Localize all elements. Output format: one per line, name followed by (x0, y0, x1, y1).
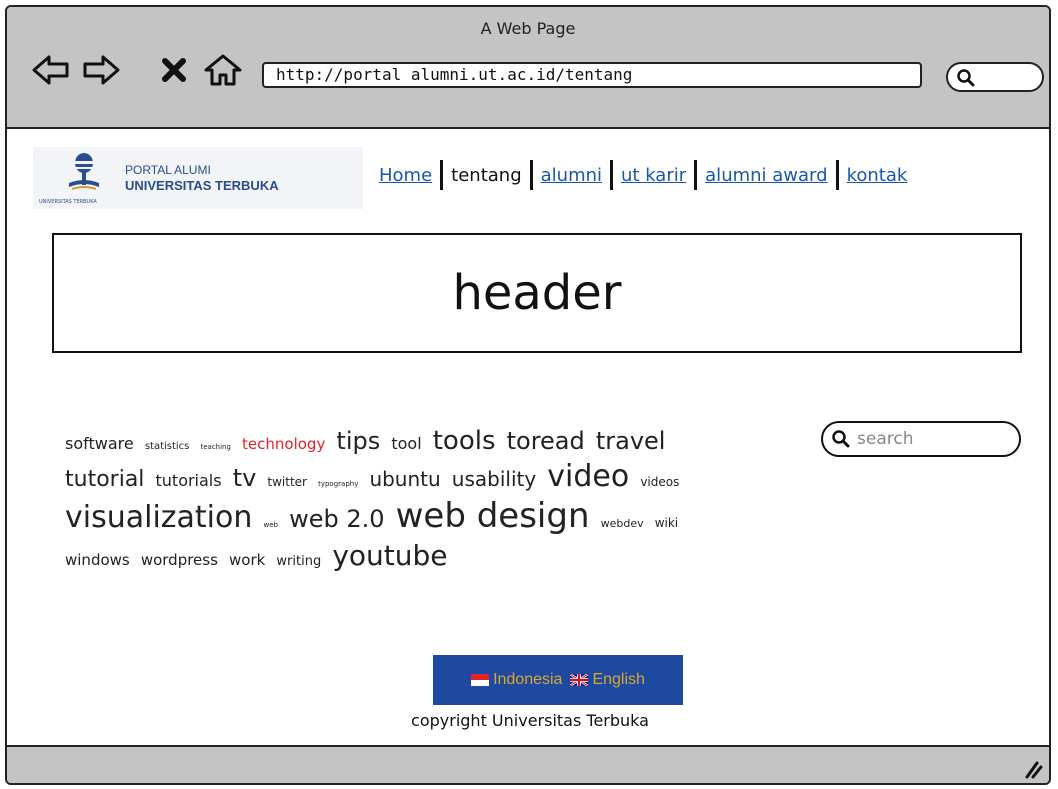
search-box[interactable] (821, 421, 1021, 457)
nav-item-alumni-award[interactable]: alumni award (697, 165, 835, 186)
language-label: Indonesia (493, 671, 563, 688)
browser-window: A Web Page http://portal alumni.ut.ac.id… (5, 5, 1051, 785)
tag-link[interactable]: wordpress (141, 551, 218, 569)
language-option-indonesia[interactable]: Indonesia (471, 671, 562, 689)
tag-link[interactable]: ubuntu (369, 467, 440, 491)
tag-link[interactable]: writing (276, 554, 321, 569)
tag-cloud: software statistics teaching technology … (65, 425, 755, 573)
logo-small-text: UNIVERSITAS TERBUKA (39, 199, 97, 205)
back-icon[interactable] (31, 53, 71, 87)
tag-link[interactable]: windows (65, 551, 130, 569)
tag-link[interactable]: visualization (65, 500, 252, 535)
language-label: English (592, 671, 645, 688)
tag-link[interactable]: travel (596, 427, 666, 455)
tag-link[interactable]: webdev (601, 517, 644, 530)
tag-link[interactable]: software (65, 434, 134, 453)
status-bar (7, 745, 1049, 783)
site-logo[interactable]: UNIVERSITAS TERBUKA PORTAL ALUMI UNIVERS… (33, 147, 363, 209)
tag-link[interactable]: teaching (200, 443, 230, 451)
home-icon[interactable] (203, 53, 243, 87)
search-input[interactable] (855, 428, 999, 450)
nav-item-alumni[interactable]: alumni (533, 165, 610, 186)
nav-item-home[interactable]: Home (371, 165, 440, 186)
tag-link[interactable]: tool (391, 434, 421, 453)
nav-item-tentang[interactable]: tentang (443, 165, 529, 186)
university-emblem-icon (69, 153, 99, 190)
tag-link[interactable]: videos (640, 475, 679, 489)
tag-link[interactable]: web (263, 521, 277, 529)
tag-link[interactable]: typography (318, 480, 358, 488)
address-bar[interactable]: http://portal alumni.ut.ac.id/tentang (262, 62, 922, 88)
browser-search-field[interactable] (946, 62, 1044, 92)
browser-chrome: A Web Page http://portal alumni.ut.ac.id… (7, 7, 1049, 129)
tag-link[interactable]: web design (396, 496, 590, 536)
tag-link[interactable]: wiki (655, 516, 678, 530)
main-navigation: Home tentang alumni ut karir alumni awar… (371, 159, 915, 191)
close-icon[interactable] (159, 53, 189, 87)
language-option-english[interactable]: English (570, 671, 645, 689)
tag-link[interactable]: tv (233, 464, 257, 492)
header-placeholder: header (52, 233, 1022, 353)
uk-flag-icon (570, 674, 589, 686)
indonesia-flag-icon (471, 674, 490, 686)
tag-link[interactable]: tips (336, 427, 380, 455)
search-icon (832, 430, 850, 448)
tag-link[interactable]: tutorials (156, 471, 222, 490)
tag-link[interactable]: video (547, 459, 629, 494)
language-switcher: Indonesia English (433, 655, 683, 705)
tag-link[interactable]: work (229, 551, 265, 569)
tag-link[interactable]: tools (433, 426, 496, 456)
tag-link[interactable]: technology (242, 435, 325, 453)
logo-subtitle: UNIVERSITAS TERBUKA (125, 178, 279, 193)
tag-link[interactable]: twitter (267, 475, 307, 489)
search-icon (957, 69, 975, 87)
copyright-text: copyright Universitas Terbuka (411, 711, 649, 730)
tag-link[interactable]: youtube (332, 539, 447, 572)
tag-link[interactable]: tutorial (65, 467, 144, 492)
nav-item-kontak[interactable]: kontak (839, 165, 916, 186)
logo-title: PORTAL ALUMI (125, 163, 211, 177)
tag-link[interactable]: statistics (145, 441, 190, 452)
header-label: header (452, 265, 622, 321)
nav-item-ut-karir[interactable]: ut karir (613, 165, 694, 186)
window-title: A Web Page (480, 19, 576, 38)
tag-link[interactable]: web 2.0 (289, 505, 384, 533)
tag-link[interactable]: toread (507, 427, 585, 455)
forward-icon[interactable] (81, 53, 121, 87)
tag-link[interactable]: usability (452, 467, 536, 491)
resize-handle-icon[interactable] (1021, 757, 1043, 779)
